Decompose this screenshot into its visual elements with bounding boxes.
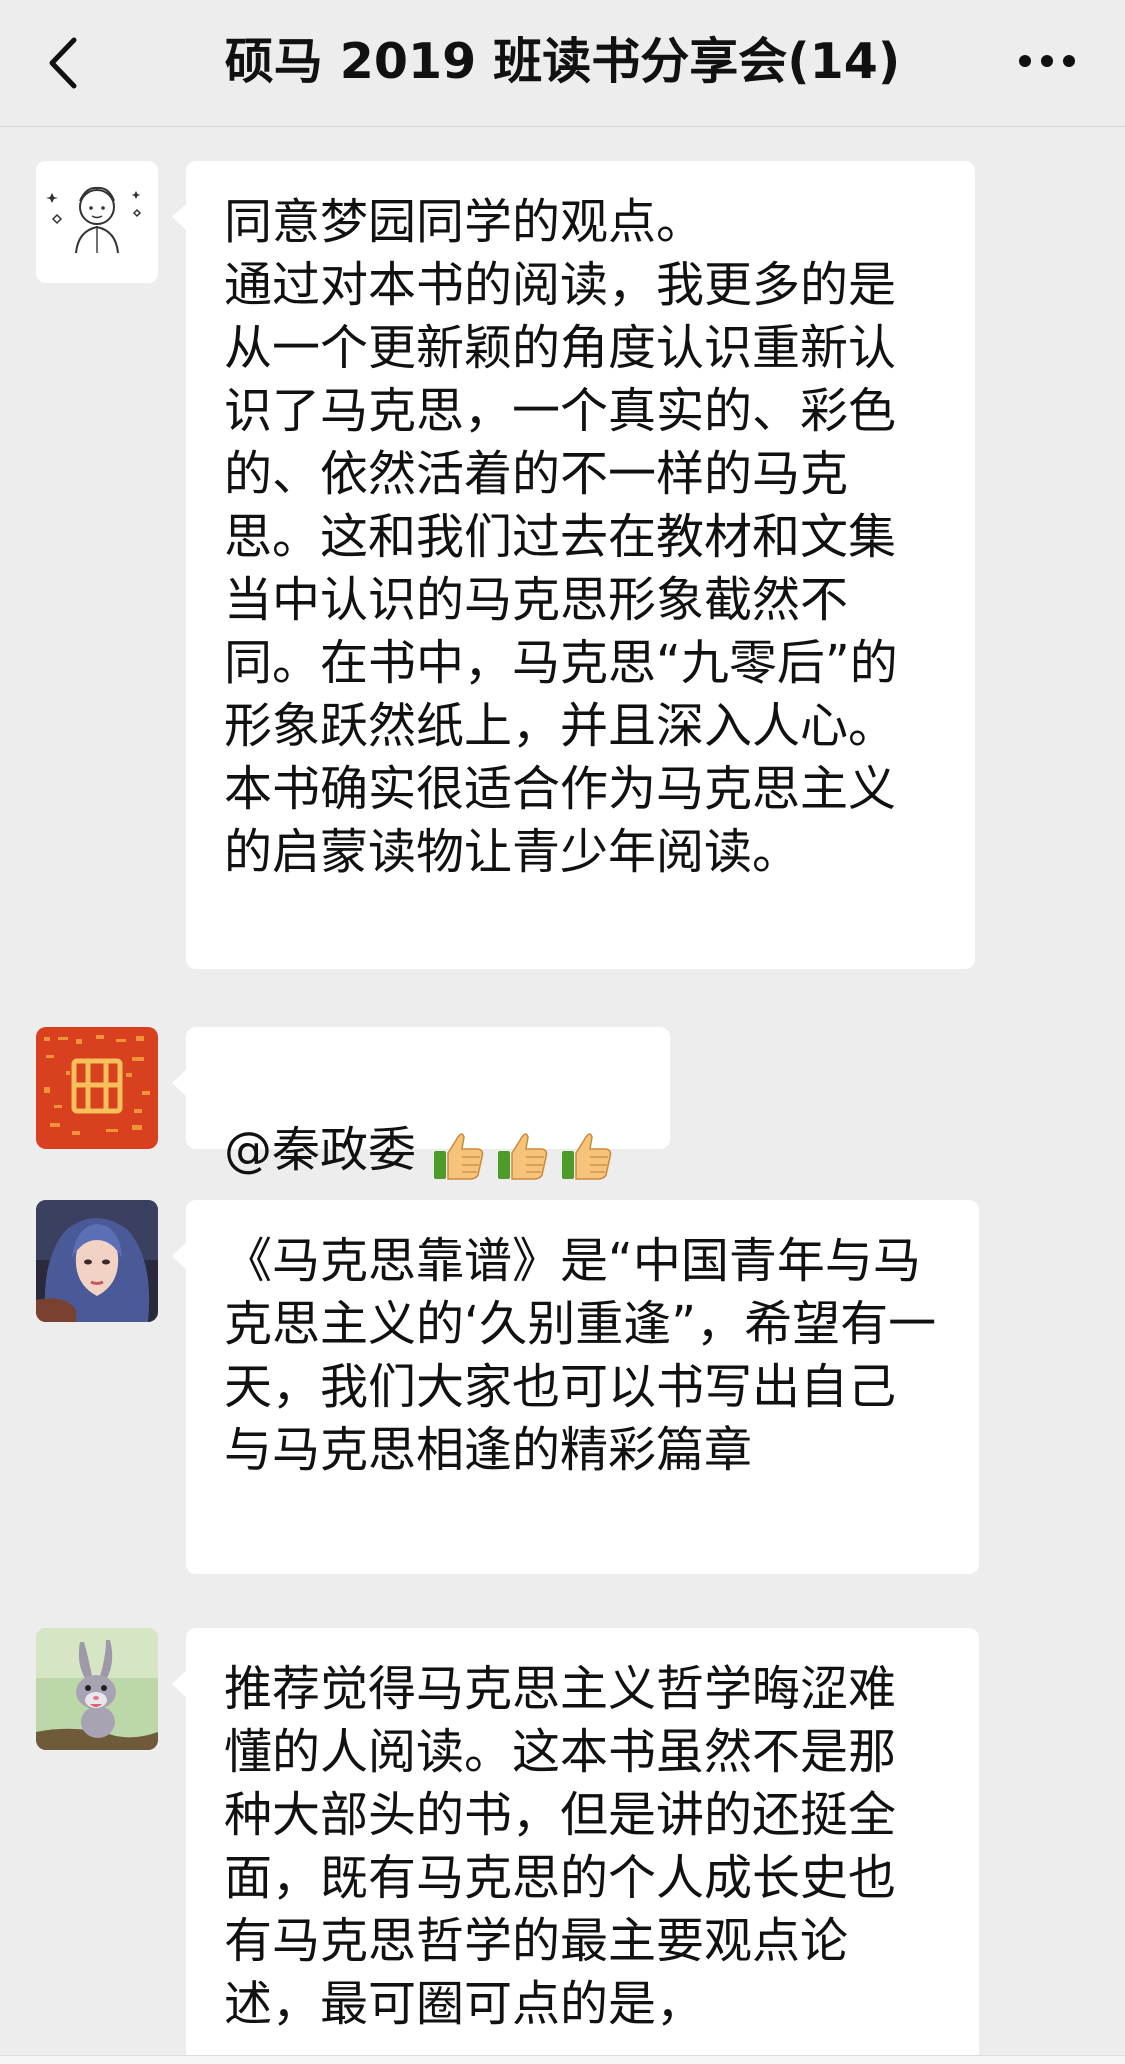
red-pattern-avatar[interactable] [36, 1027, 158, 1149]
girl-portrait-avatar[interactable] [36, 1200, 158, 1322]
input-bar-edge [0, 2055, 1125, 2064]
chat-title: 硕马 2019 班读书分享会(14) [224, 33, 901, 90]
chevron-left-icon [49, 37, 77, 89]
message-list[interactable]: 同意梦园同学的观点。 通过对本书的阅读，我更多的是从一个更新颖的角度认识重新认识… [0, 127, 1125, 2064]
navigation-bar: 硕马 2019 班读书分享会(14) [0, 0, 1125, 127]
back-button[interactable] [38, 28, 94, 98]
thumbs-up-icon [498, 1132, 548, 1180]
emoji-group [430, 1122, 622, 1185]
thumbs-up-icon [434, 1132, 484, 1180]
more-dots-icon [1019, 55, 1075, 67]
message-bubble[interactable]: 《马克思靠谱》是“中国青年与马克思主义的‘久别重逢”，希望有一天，我们大家也可以… [172, 1200, 979, 1574]
thumbs-up-icon [562, 1132, 612, 1180]
more-options-button[interactable] [1007, 36, 1087, 86]
message-bubble[interactable]: 同意梦园同学的观点。 通过对本书的阅读，我更多的是从一个更新颖的角度认识重新认识… [172, 161, 975, 969]
mention-text: @秦政委 [224, 1122, 417, 1178]
message-bubble[interactable]: 推荐觉得马克思主义哲学晦涩难懂的人阅读。这本书虽然不是那种大部头的书，但是讲的还… [172, 1628, 979, 2064]
rabbit-cartoon-avatar[interactable] [36, 1628, 158, 1750]
message-bubble[interactable]: @秦政委 [172, 1027, 670, 1180]
chat-screen: 硕马 2019 班读书分享会(14) 同意梦园同学的观点。 通过对本书的阅读，我… [0, 0, 1125, 2064]
sketch-person-avatar[interactable] [36, 161, 158, 283]
